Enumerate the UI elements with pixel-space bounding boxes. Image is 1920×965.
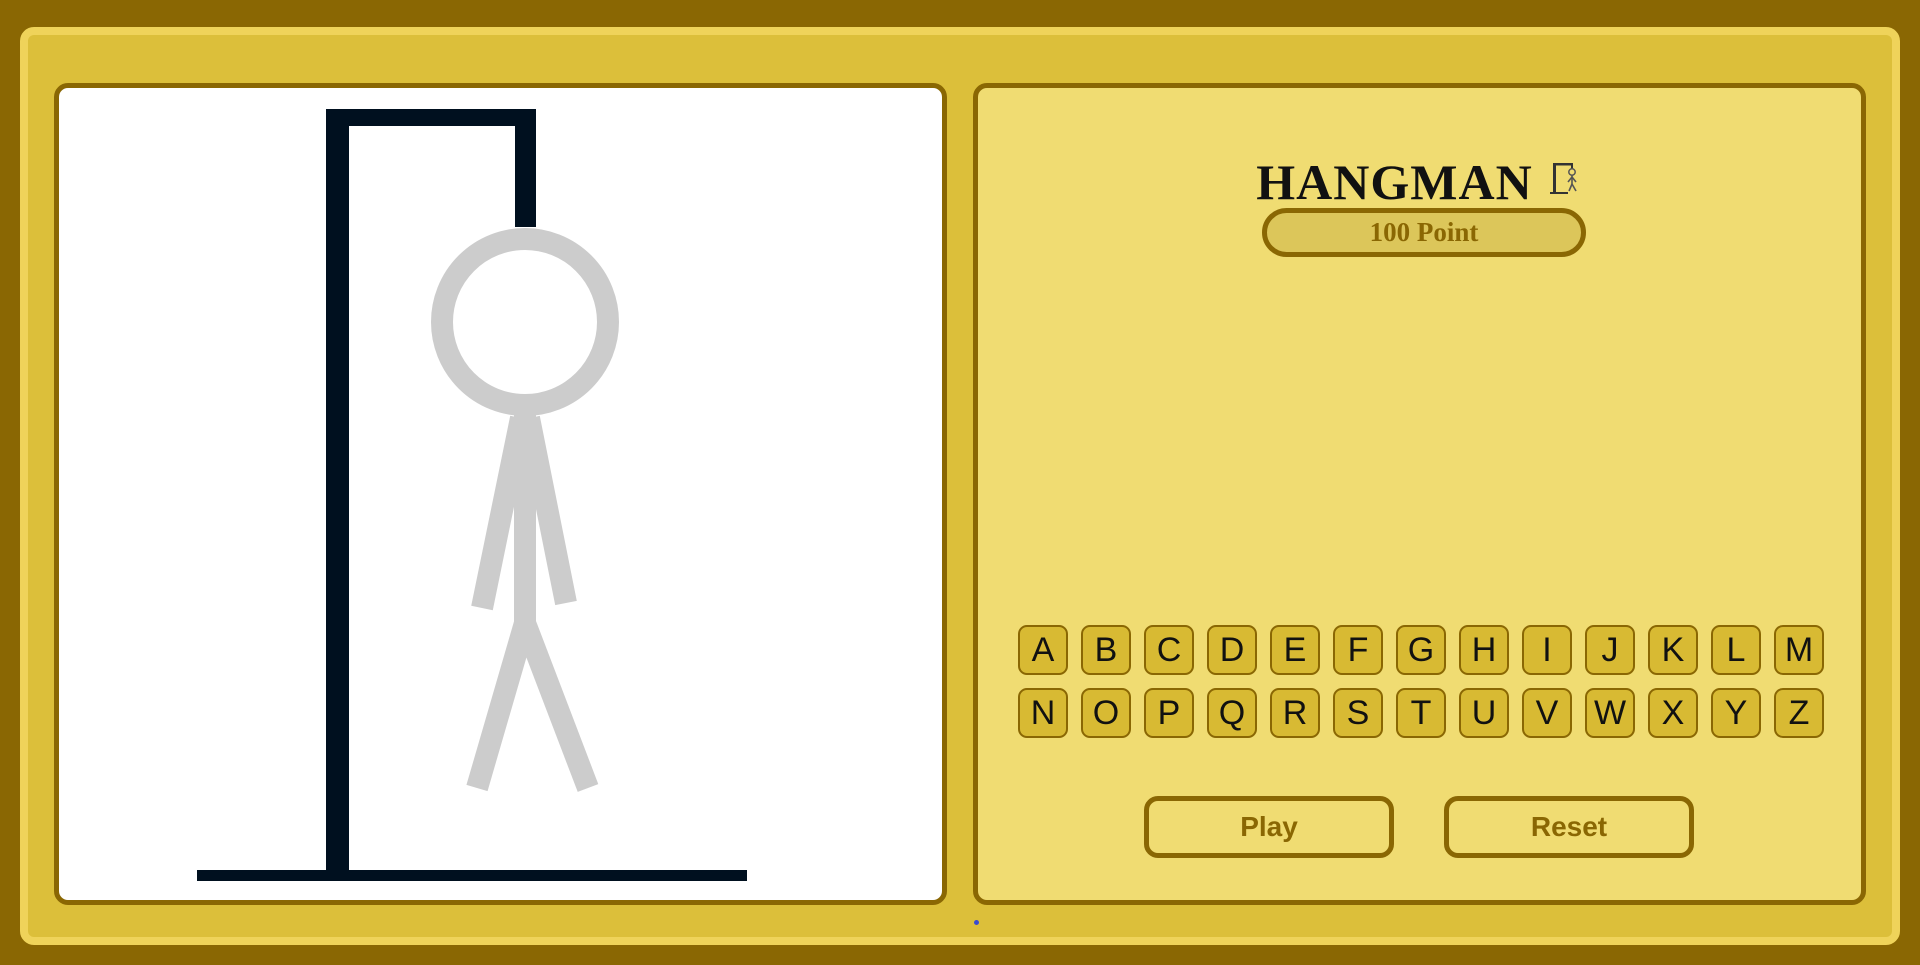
figure-head [431,228,619,416]
key-j[interactable]: J [1585,625,1635,675]
key-q[interactable]: Q [1207,688,1257,738]
score-display: 100 Point [1262,208,1586,257]
key-h[interactable]: H [1459,625,1509,675]
key-e[interactable]: E [1270,625,1320,675]
reset-button[interactable]: Reset [1444,796,1694,858]
indicator-dot [974,920,979,925]
key-b[interactable]: B [1081,625,1131,675]
key-o[interactable]: O [1081,688,1131,738]
key-r[interactable]: R [1270,688,1320,738]
key-g[interactable]: G [1396,625,1446,675]
gallows-beam [326,109,536,126]
game-title: HANGMAN [1256,154,1533,210]
key-s[interactable]: S [1333,688,1383,738]
play-button[interactable]: Play [1144,796,1394,858]
key-p[interactable]: P [1144,688,1194,738]
key-m[interactable]: M [1774,625,1824,675]
hangman-icon [1549,160,1583,201]
key-k[interactable]: K [1648,625,1698,675]
title-row: HANGMAN [978,153,1861,213]
key-y[interactable]: Y [1711,688,1761,738]
key-a[interactable]: A [1018,625,1068,675]
key-c[interactable]: C [1144,625,1194,675]
key-f[interactable]: F [1333,625,1383,675]
key-u[interactable]: U [1459,688,1509,738]
gallows-base [197,870,747,881]
figure-left-leg [466,619,536,792]
key-w[interactable]: W [1585,688,1635,738]
key-n[interactable]: N [1018,688,1068,738]
key-z[interactable]: Z [1774,688,1824,738]
game-panel: HANGMAN 100 Point A B C D E F G H I J K … [973,83,1866,905]
letter-keyboard: A B C D E F G H I J K L M N O P Q R S T … [1018,625,1828,751]
keyboard-row-1: A B C D E F G H I J K L M [1018,625,1828,675]
key-x[interactable]: X [1648,688,1698,738]
figure-right-leg [514,619,599,792]
keyboard-row-2: N O P Q R S T U V W X Y Z [1018,688,1828,738]
key-i[interactable]: I [1522,625,1572,675]
key-v[interactable]: V [1522,688,1572,738]
key-l[interactable]: L [1711,625,1761,675]
key-d[interactable]: D [1207,625,1257,675]
hangman-canvas [54,83,947,905]
gallows-post [326,109,349,870]
hangman-drawing [197,109,747,881]
key-t[interactable]: T [1396,688,1446,738]
gallows-rope [515,109,536,227]
